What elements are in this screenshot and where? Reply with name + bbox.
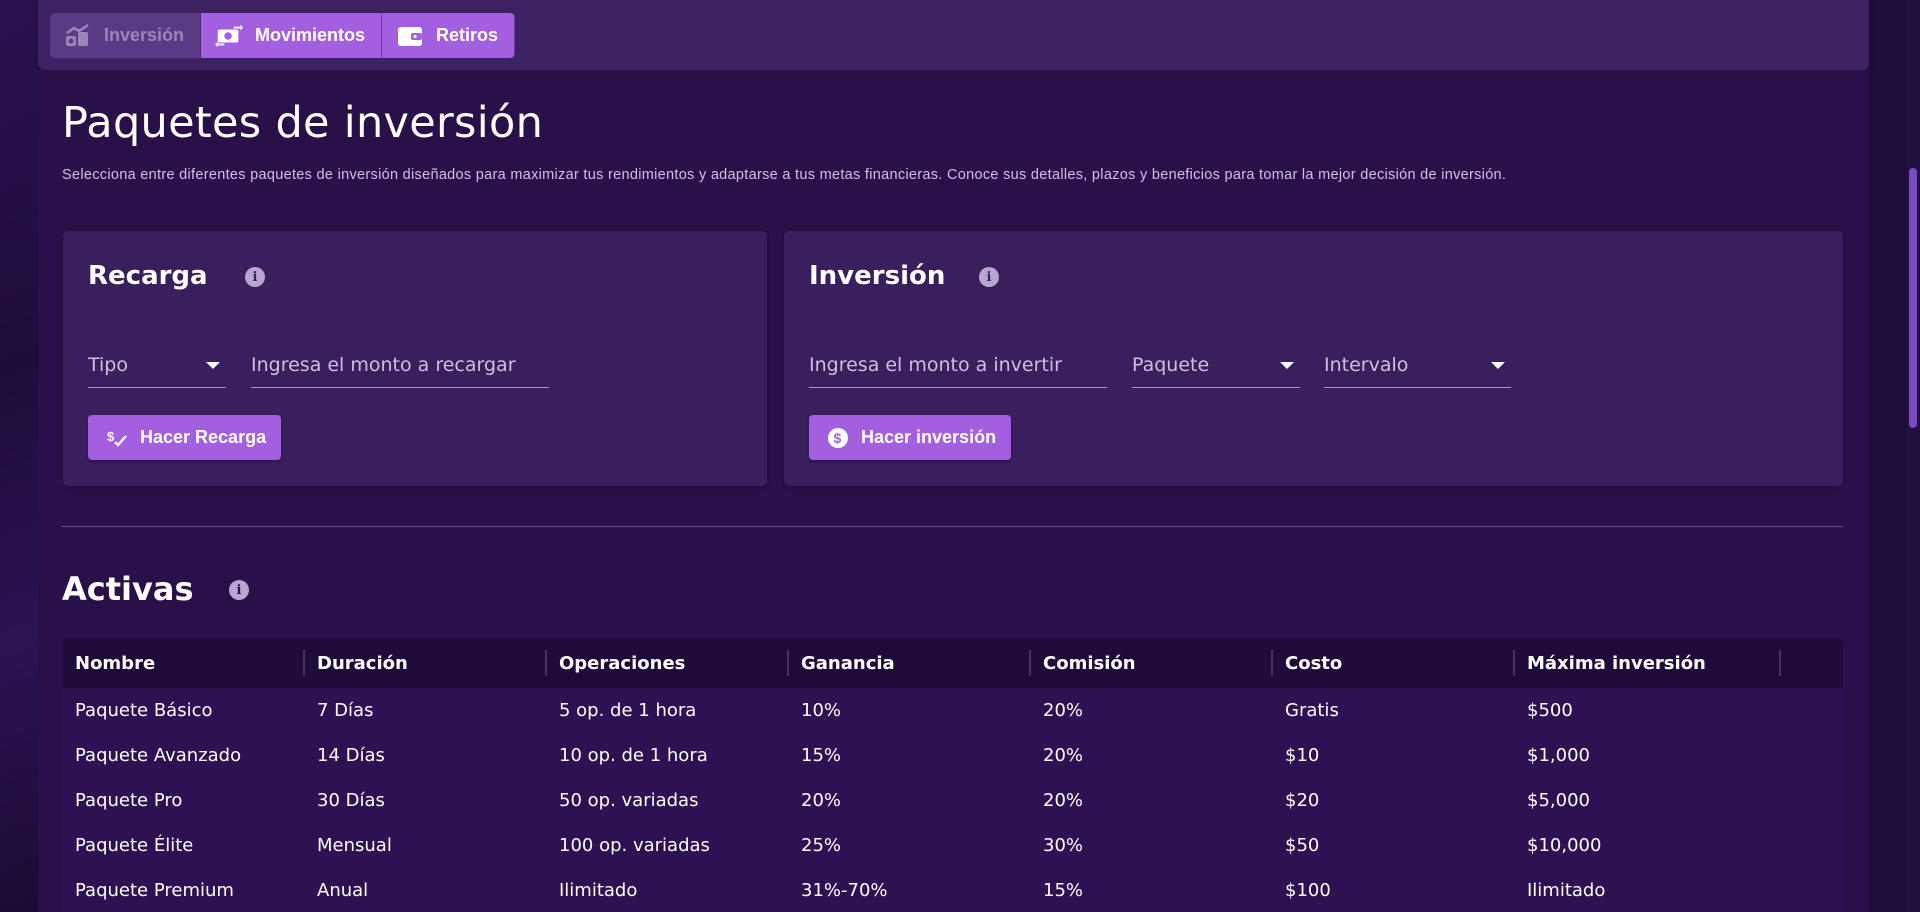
hacer-recarga-label: Hacer Recarga xyxy=(140,427,267,447)
table-cell: 20% xyxy=(801,790,842,811)
recarga-title: Recarga xyxy=(88,261,208,291)
inversion-package-label: Paquete xyxy=(1132,354,1210,376)
table-cell: 30% xyxy=(1043,835,1084,856)
table-cell: Anual xyxy=(317,880,369,901)
table-cell: 20% xyxy=(1043,790,1084,811)
packages-table: Nombre Duración Operaciones Ganancia Com… xyxy=(63,638,1843,912)
inversion-amount-placeholder: Ingresa el monto a invertir xyxy=(809,354,1062,376)
table-cell: Paquete Pro xyxy=(75,790,183,811)
inversion-amount-input[interactable]: Ingresa el monto a invertir xyxy=(809,343,1107,388)
table-cell: Mensual xyxy=(317,835,392,856)
table-cell: Ilimitado xyxy=(559,880,638,901)
table-cell: Paquete Avanzado xyxy=(75,745,242,766)
recarga-type-label: Tipo xyxy=(88,354,128,376)
table-cell: 31%-70% xyxy=(801,880,888,901)
table-cell: 15% xyxy=(1043,880,1084,901)
recarga-type-select[interactable]: Tipo xyxy=(88,343,226,388)
table-cell: Ilimitado xyxy=(1527,880,1606,901)
table-cell: 14 Días xyxy=(317,745,385,766)
background-left xyxy=(0,0,38,912)
scrollbar-thumb[interactable] xyxy=(1909,168,1917,428)
column-header-operaciones[interactable]: Operaciones xyxy=(547,638,789,688)
svg-text:$: $ xyxy=(107,429,115,444)
scrollbar-track[interactable] xyxy=(1906,0,1920,912)
tab-inversion-label: Inversión xyxy=(104,25,185,45)
inversion-package-select[interactable]: Paquete xyxy=(1132,343,1300,388)
info-icon[interactable]: i xyxy=(245,267,265,287)
chevron-down-icon xyxy=(1491,361,1505,369)
tab-movimientos-label: Movimientos xyxy=(255,25,366,45)
money-transfer-icon xyxy=(215,24,244,48)
info-icon[interactable]: i xyxy=(979,267,999,287)
chevron-down-icon xyxy=(1280,361,1294,369)
recarga-amount-placeholder: Ingresa el monto a recargar xyxy=(251,354,516,376)
hacer-recarga-button[interactable]: $ Hacer Recarga xyxy=(88,415,282,460)
table-cell: 10 op. de 1 hora xyxy=(559,745,708,766)
top-navigation-bar: Inversión Movimientos Retiros xyxy=(38,0,1869,70)
table-cell: 7 Días xyxy=(317,700,374,721)
table-row[interactable]: Paquete Avanzado 14 Días 10 op. de 1 hor… xyxy=(63,733,1843,778)
table-cell: $10,000 xyxy=(1527,835,1602,856)
table-cell: 5 op. de 1 hora xyxy=(559,700,697,721)
growth-chart-icon xyxy=(64,23,92,48)
table-cell: Paquete Premium xyxy=(75,880,234,901)
inversion-interval-label: Intervalo xyxy=(1324,354,1409,376)
table-cell: 30 Días xyxy=(317,790,385,811)
column-header-maxima-inversion[interactable]: Máxima inversión xyxy=(1515,638,1781,688)
table-cell: $500 xyxy=(1527,700,1573,721)
table-cell: 20% xyxy=(1043,700,1084,721)
table-row[interactable]: Paquete Premium Anual Ilimitado 31%-70% … xyxy=(63,868,1843,912)
table-row[interactable]: Paquete Élite Mensual 100 op. variadas 2… xyxy=(63,823,1843,868)
main-content: Paquetes de inversión Selecciona entre d… xyxy=(38,70,1869,912)
tab-movimientos[interactable]: Movimientos xyxy=(201,13,383,58)
tab-retiros-label: Retiros xyxy=(436,25,499,45)
table-cell: $100 xyxy=(1285,880,1331,901)
dollar-check-icon: $ xyxy=(106,427,128,449)
activas-title: Activas xyxy=(62,570,194,608)
table-cell: $10 xyxy=(1285,745,1320,766)
hacer-inversion-label: Hacer inversión xyxy=(861,427,997,447)
table-cell: Paquete Élite xyxy=(75,835,194,856)
chevron-down-icon xyxy=(206,361,220,369)
column-header-costo[interactable]: Costo xyxy=(1273,638,1515,688)
hacer-inversion-button[interactable]: $ Hacer inversión xyxy=(809,415,1012,460)
column-header-nombre[interactable]: Nombre xyxy=(63,638,305,688)
column-header-duracion[interactable]: Duración xyxy=(305,638,547,688)
info-icon[interactable]: i xyxy=(229,580,249,600)
dollar-circle-icon: $ xyxy=(827,427,849,449)
column-header-comision[interactable]: Comisión xyxy=(1031,638,1273,688)
table-cell: 50 op. variadas xyxy=(559,790,699,811)
section-divider xyxy=(62,526,1843,527)
svg-text:$: $ xyxy=(834,430,842,446)
inversion-title: Inversión xyxy=(809,261,946,291)
recarga-amount-input[interactable]: Ingresa el monto a recargar xyxy=(251,343,549,388)
table-row[interactable]: Paquete Pro 30 Días 50 op. variadas 20% … xyxy=(63,778,1843,823)
table-cell: $20 xyxy=(1285,790,1320,811)
table-cell: $1,000 xyxy=(1527,745,1590,766)
table-cell: 10% xyxy=(801,700,842,721)
table-cell: 25% xyxy=(801,835,842,856)
page-title: Paquetes de inversión xyxy=(62,98,544,148)
table-cell: 20% xyxy=(1043,745,1084,766)
wallet-icon xyxy=(396,24,424,48)
tab-inversion[interactable]: Inversión xyxy=(50,13,202,58)
inversion-interval-select[interactable]: Intervalo xyxy=(1324,343,1511,388)
table-cell: Gratis xyxy=(1285,700,1339,721)
table-cell: 100 op. variadas xyxy=(559,835,710,856)
table-cell: 15% xyxy=(801,745,842,766)
table-header: Nombre Duración Operaciones Ganancia Com… xyxy=(63,638,1843,688)
table-row[interactable]: Paquete Básico 7 Días 5 op. de 1 hora 10… xyxy=(63,688,1843,733)
table-cell: $5,000 xyxy=(1527,790,1590,811)
nav-tabs: Inversión Movimientos Retiros xyxy=(50,13,516,58)
column-header-ganancia[interactable]: Ganancia xyxy=(789,638,1031,688)
table-cell: $50 xyxy=(1285,835,1320,856)
page-description: Selecciona entre diferentes paquetes de … xyxy=(62,167,1507,183)
table-cell: Paquete Básico xyxy=(75,700,213,721)
tab-retiros[interactable]: Retiros xyxy=(382,13,516,58)
